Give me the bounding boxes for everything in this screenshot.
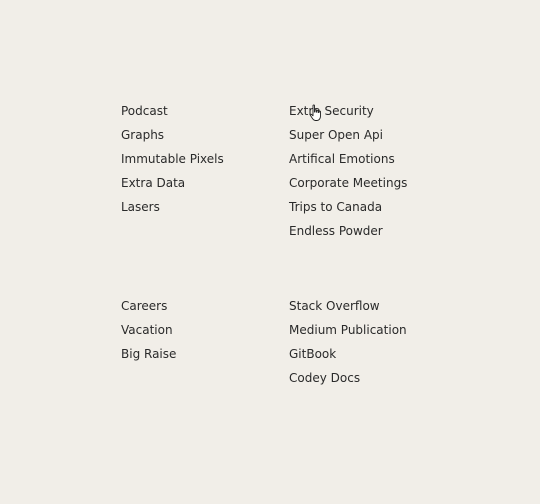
menu-link-medium-publication[interactable]: Medium Publication	[289, 323, 407, 337]
menu-link-stack-overflow[interactable]: Stack Overflow	[289, 299, 380, 313]
menu-link-extra-security[interactable]: Extra Security	[289, 104, 374, 118]
menu-link-immutable-pixels[interactable]: Immutable Pixels	[121, 152, 224, 166]
menu-link-gitbook[interactable]: GitBook	[289, 347, 336, 361]
menu-link-extra-data[interactable]: Extra Data	[121, 176, 185, 190]
menu-link-careers[interactable]: Careers	[121, 299, 167, 313]
menu-link-trips-to-canada[interactable]: Trips to Canada	[289, 200, 382, 214]
section-heading-2	[289, 84, 394, 92]
section-heading-4	[289, 279, 394, 287]
menu-link-podcast[interactable]: Podcast	[121, 104, 168, 118]
menu-link-endless-powder[interactable]: Endless Powder	[289, 224, 383, 238]
section-heading-3	[121, 279, 201, 287]
menu-panel: Podcast Graphs Immutable Pixels Extra Da…	[0, 0, 540, 504]
menu-link-vacation[interactable]: Vacation	[121, 323, 173, 337]
section-heading-1	[121, 84, 216, 92]
menu-link-graphs[interactable]: Graphs	[121, 128, 164, 142]
menu-link-super-open-api[interactable]: Super Open Api	[289, 128, 383, 142]
menu-link-big-raise[interactable]: Big Raise	[121, 347, 176, 361]
menu-link-corporate-meetings[interactable]: Corporate Meetings	[289, 176, 407, 190]
hand-pointer-icon	[309, 104, 321, 121]
menu-link-artifical-emotions[interactable]: Artifical Emotions	[289, 152, 395, 166]
menu-link-codey-docs[interactable]: Codey Docs	[289, 371, 360, 385]
menu-link-lasers[interactable]: Lasers	[121, 200, 160, 214]
